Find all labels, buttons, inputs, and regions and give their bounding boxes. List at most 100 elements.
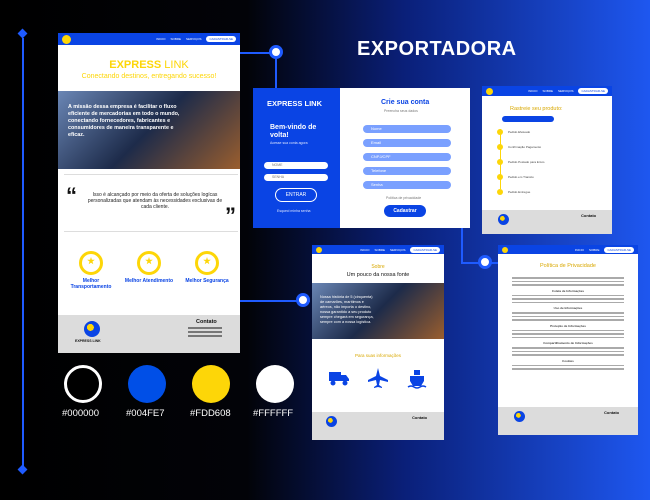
register-email-field[interactable]: Email [363, 139, 451, 147]
privacy-footer: Contato [498, 407, 638, 435]
landing-navbar: INICIO SOBRE SERVIÇOS CADASTRAR-SE [58, 33, 240, 45]
tracking-search-bar[interactable] [502, 116, 554, 122]
about-text: Nossa história de 5 (cinquenta) de camar… [320, 295, 374, 324]
timeline-vertical-line [22, 38, 24, 470]
nav-item-sobre[interactable]: SOBRE [589, 248, 600, 252]
swatch-yellow [192, 365, 230, 403]
swatch-black [64, 365, 102, 403]
nav-item-inicio[interactable]: INICIO [528, 89, 537, 93]
privacy-terms[interactable]: Política de privacidade [386, 196, 421, 200]
about-screen-mockup: INICIO SOBRE SERVIÇOS CADASTRAR-SE Sobre… [312, 245, 444, 440]
nav-item-sobre[interactable]: SOBRE [375, 248, 386, 252]
login-enter-button[interactable]: ENTRAR [275, 188, 317, 202]
landing-screen-mockup: INICIO SOBRE SERVIÇOS CADASTRAR-SE EXPRE… [58, 33, 240, 353]
contact-title: Contato [604, 410, 620, 415]
landing-footer: EXPRESS LINK Contato [58, 315, 240, 353]
truck-icon [329, 372, 349, 386]
about-cargo-image: Nossa história de 5 (cinquenta) de camar… [312, 283, 444, 339]
nav-item-sobre[interactable]: SOBRE [171, 37, 182, 41]
login-subtitle: Acesse sua conta agora [270, 141, 308, 145]
login-screen-mockup: EXPRESS LINK Bem-vindo de volta! Acesse … [253, 88, 470, 228]
field-label: Email [371, 140, 382, 145]
about-title: Sobre [371, 264, 385, 270]
page-heading: EXPORTADORA [357, 38, 517, 60]
footer-globe-icon [514, 411, 525, 422]
award-security: Melhor Segurança [182, 251, 232, 284]
connector-node-3 [296, 293, 310, 307]
tracking-title: Rastreie seu produto: [510, 106, 563, 112]
hex-blue: #004FE7 [126, 408, 165, 419]
about-subtitle: Um pouco da nossa fonte [346, 272, 410, 278]
nav-item-servicos[interactable]: SERVIÇOS [390, 248, 405, 252]
nav-item-inicio[interactable]: INICIO [575, 248, 584, 252]
hero-mission-text: A missão dessa empresa é facilitar o flu… [68, 104, 180, 138]
medal-icon [137, 251, 161, 275]
quote-block: “ Isso é alcançado por meio da oferta de… [64, 174, 238, 232]
register-button[interactable]: Cadastrar [384, 205, 426, 217]
nav-item-servicos[interactable]: SERVIÇOS [186, 37, 201, 41]
brand-bold: EXPRESS [109, 59, 162, 71]
nav-cadastrar-button[interactable]: CADASTRAR-SE [604, 246, 634, 253]
hex-black: #000000 [62, 408, 99, 419]
login-panel: EXPRESS LINK Bem-vindo de volta! Acesse … [253, 88, 340, 228]
nav-item-sobre[interactable]: SOBRE [543, 89, 554, 93]
medal-icon [195, 251, 219, 275]
connector-node-1 [269, 45, 283, 59]
award-label: Melhor Transportamento [70, 278, 112, 290]
tracking-navbar: INICIO SOBRE SERVIÇOS CADASTRAR-SE [482, 86, 612, 96]
ship-icon [407, 370, 427, 389]
about-footer: Contato [312, 412, 444, 440]
nav-item-inicio[interactable]: INICIO [360, 248, 369, 252]
privacy-section: Coleta de Informações [551, 288, 585, 293]
tracking-screen-mockup: INICIO SOBRE SERVIÇOS CADASTRAR-SE Rastr… [482, 86, 612, 234]
privacy-title: Política de Privacidade [540, 263, 596, 269]
award-service: Melhor Atendimento [124, 251, 174, 284]
register-phone-field[interactable]: Telefone [363, 167, 451, 175]
connector-node-2 [478, 255, 492, 269]
landing-tagline: Conectando destinos, entregando sucesso! [81, 73, 217, 80]
globe-logo-icon [502, 246, 508, 253]
nav-cadastrar-button[interactable]: CADASTRAR-SE [410, 246, 440, 253]
privacy-section: Cookies [562, 358, 574, 363]
timeline-diamond-bottom [17, 464, 28, 475]
tracking-step: Pedido Entregue [508, 190, 531, 194]
hex-yellow: #FDD608 [190, 408, 231, 419]
nav-item-inicio[interactable]: INICIO [156, 37, 165, 41]
field-label: NOME [272, 163, 283, 167]
privacy-body: Coleta de Informações Uso de Informações… [512, 275, 624, 372]
login-brand: EXPRESS LINK [267, 99, 323, 108]
connector-mid-v [461, 225, 463, 263]
tracking-step: Pedido em Transito [508, 175, 534, 179]
quote-text: Isso é alcançado por meio da oferta de s… [87, 192, 223, 210]
swatch-blue [128, 365, 166, 403]
airplane-icon [368, 368, 388, 388]
globe-logo-icon [486, 87, 493, 95]
privacy-section: Compartilhamento de Informações [543, 341, 593, 345]
login-pass-field[interactable]: SENHA [264, 174, 328, 181]
register-title: Crie sua conta [381, 99, 430, 106]
nav-item-servicos[interactable]: SERVIÇOS [558, 89, 573, 93]
field-label: CNPJ/CPF [371, 154, 391, 159]
register-name-field[interactable]: Nome [363, 125, 451, 133]
hero-cargo-image: A missão dessa empresa é facilitar o flu… [58, 91, 240, 169]
forgot-password-link[interactable]: Esqueci minha senha [277, 209, 310, 213]
close-quote-icon: ” [225, 203, 236, 228]
contact-title: Contato [581, 213, 597, 218]
award-transport: Melhor Transportamento [66, 251, 116, 290]
register-pass-field[interactable]: Senha [363, 181, 451, 189]
tracking-step: Confirmação Pagamento [508, 145, 542, 149]
open-quote-icon: “ [66, 183, 77, 208]
medal-icon [79, 251, 103, 275]
privacy-section: Proteção de Informações [550, 323, 586, 328]
register-subtitle: Preencha seus dados [384, 109, 418, 113]
nav-cadastrar-button[interactable]: CADASTRAR-SE [206, 36, 236, 42]
nav-cadastrar-button[interactable]: CADASTRAR-SE [578, 88, 608, 94]
register-doc-field[interactable]: CNPJ/CPF [363, 153, 451, 161]
globe-logo-icon [316, 246, 322, 253]
footer-globe-icon [84, 321, 100, 337]
field-label: Nome [371, 126, 382, 131]
brand-light: LINK [161, 59, 189, 71]
footer-globe-icon [326, 416, 337, 427]
login-user-field[interactable]: NOME [264, 162, 328, 169]
tracking-step: Pedido Efetuado [508, 130, 531, 134]
